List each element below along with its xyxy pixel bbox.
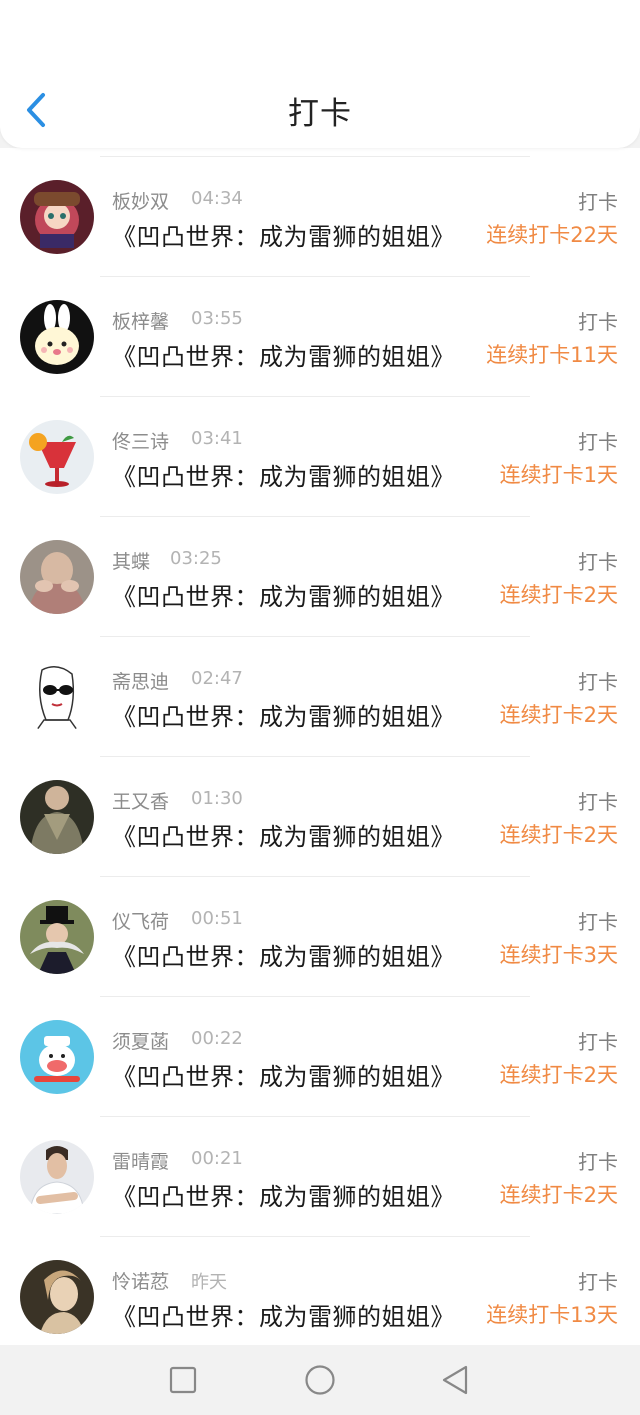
checkin-action: 打卡 (578, 190, 618, 214)
cartoon-monkey-avatar[interactable] (20, 1020, 94, 1094)
home-button[interactable] (300, 1360, 340, 1400)
checkin-row[interactable]: 其蝶 03:25 《凹凸世界：成为雷狮的姐姐》 打卡 连续打卡2天 (0, 517, 640, 636)
cartoon-bunny-avatar[interactable] (20, 300, 94, 374)
user-name: 仪飞荷 (112, 911, 170, 933)
user-name: 佟三诗 (112, 431, 170, 453)
nav-back-button[interactable] (435, 1360, 475, 1400)
checkin-row[interactable]: 板妙双 04:34 《凹凸世界：成为雷狮的姐姐》 打卡 连续打卡22天 (0, 157, 640, 276)
book-title[interactable]: 《凹凸世界：成为雷狮的姐姐》 (112, 577, 455, 612)
back-triangle-icon (442, 1365, 468, 1395)
book-title[interactable]: 《凹凸世界：成为雷狮的姐姐》 (112, 337, 455, 372)
checkin-row[interactable]: 佟三诗 03:41 《凹凸世界：成为雷狮的姐姐》 打卡 连续打卡1天 (0, 397, 640, 516)
user-name: 其蝶 (112, 551, 151, 573)
checkin-row[interactable]: 王又香 01:30 《凹凸世界：成为雷狮的姐姐》 打卡 连续打卡2天 (0, 757, 640, 876)
checkin-time: 04:34 (191, 188, 243, 209)
checkin-time: 03:55 (191, 308, 243, 329)
book-title[interactable]: 《凹凸世界：成为雷狮的姐姐》 (112, 217, 455, 252)
checkin-action: 打卡 (578, 310, 618, 334)
user-name: 须夏菡 (112, 1031, 170, 1053)
checkin-time: 00:51 (191, 908, 243, 929)
checkin-row[interactable]: 板梓馨 03:55 《凹凸世界：成为雷狮的姐姐》 打卡 连续打卡11天 (0, 277, 640, 396)
streak-count: 连续打卡11天 (486, 343, 618, 367)
checkin-row[interactable]: 仪飞荷 00:51 《凹凸世界：成为雷狮的姐姐》 打卡 连续打卡3天 (0, 877, 640, 996)
streak-count: 连续打卡22天 (486, 223, 618, 247)
checkin-time: 03:41 (191, 428, 243, 449)
checkin-row[interactable]: 须夏菡 00:22 《凹凸世界：成为雷狮的姐姐》 打卡 连续打卡2天 (0, 997, 640, 1116)
streak-count: 连续打卡2天 (499, 1063, 618, 1087)
checkin-time: 03:25 (170, 548, 222, 569)
book-title[interactable]: 《凹凸世界：成为雷狮的姐姐》 (112, 937, 455, 972)
anime-girl-avatar[interactable] (20, 180, 94, 254)
checkin-row[interactable]: 斋思迪 02:47 《凹凸世界：成为雷狮的姐姐》 打卡 连续打卡2天 (0, 637, 640, 756)
girl-hands-avatar[interactable] (20, 540, 94, 614)
user-name: 怜诺荵 (112, 1271, 170, 1293)
book-title[interactable]: 《凹凸世界：成为雷狮的姐姐》 (112, 457, 455, 492)
checkin-action: 打卡 (578, 430, 618, 454)
user-name: 雷晴霞 (112, 1151, 170, 1173)
streak-count: 连续打卡2天 (499, 1183, 618, 1207)
checkin-list[interactable]: 板妙双 04:34 《凹凸世界：成为雷狮的姐姐》 打卡 连续打卡22天 板梓馨 … (0, 148, 640, 1345)
woman-scarf-avatar[interactable] (20, 780, 94, 854)
young-man-avatar[interactable] (20, 1140, 94, 1214)
recents-icon (169, 1366, 197, 1394)
book-title[interactable]: 《凹凸世界：成为雷狮的姐姐》 (112, 817, 455, 852)
book-title[interactable]: 《凹凸世界：成为雷狮的姐姐》 (112, 1297, 455, 1332)
checkin-action: 打卡 (578, 910, 618, 934)
checkin-time: 00:22 (191, 1028, 243, 1049)
checkin-time: 02:47 (191, 668, 243, 689)
streak-count: 连续打卡2天 (499, 583, 618, 607)
home-icon (305, 1365, 335, 1395)
top-hat-mustache-avatar[interactable] (20, 900, 94, 974)
streak-count: 连续打卡13天 (486, 1303, 618, 1327)
book-title[interactable]: 《凹凸世界：成为雷狮的姐姐》 (112, 1057, 455, 1092)
user-name: 板梓馨 (112, 311, 170, 333)
checkin-action: 打卡 (578, 670, 618, 694)
woman-portrait-avatar[interactable] (20, 1260, 94, 1334)
checkin-time: 01:30 (191, 788, 243, 809)
checkin-row[interactable]: 怜诺荵 昨天 《凹凸世界：成为雷狮的姐姐》 打卡 连续打卡13天 (0, 1237, 640, 1345)
checkin-action: 打卡 (578, 790, 618, 814)
streak-count: 连续打卡2天 (499, 823, 618, 847)
page-title: 打卡 (288, 96, 352, 132)
streak-count: 连续打卡2天 (499, 703, 618, 727)
checkin-action: 打卡 (578, 550, 618, 574)
cocktail-avatar[interactable] (20, 420, 94, 494)
checkin-time: 00:21 (191, 1148, 243, 1169)
book-title[interactable]: 《凹凸世界：成为雷狮的姐姐》 (112, 697, 455, 732)
user-name: 板妙双 (112, 191, 170, 213)
checkin-action: 打卡 (578, 1150, 618, 1174)
streak-count: 连续打卡1天 (499, 463, 618, 487)
recents-button[interactable] (163, 1360, 203, 1400)
sketch-sunglasses-avatar[interactable] (20, 660, 94, 734)
user-name: 斋思迪 (112, 671, 170, 693)
streak-count: 连续打卡3天 (499, 943, 618, 967)
user-name: 王又香 (112, 791, 170, 813)
book-title[interactable]: 《凹凸世界：成为雷狮的姐姐》 (112, 1177, 455, 1212)
checkin-row[interactable]: 雷晴霞 00:21 《凹凸世界：成为雷狮的姐姐》 打卡 连续打卡2天 (0, 1117, 640, 1236)
checkin-time: 昨天 (191, 1272, 227, 1293)
checkin-action: 打卡 (578, 1030, 618, 1054)
checkin-action: 打卡 (578, 1270, 618, 1294)
system-nav-bar (0, 1345, 640, 1415)
top-bar: 打卡 (0, 0, 640, 148)
